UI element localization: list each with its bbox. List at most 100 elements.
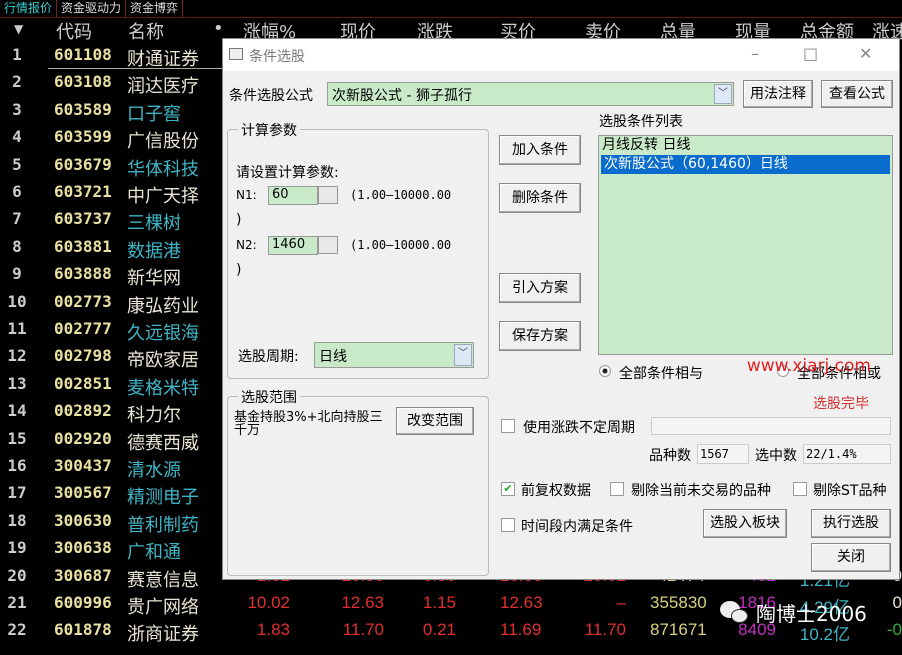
row-index: 17: [7, 483, 27, 503]
n1-input[interactable]: 60: [268, 186, 318, 205]
sort-icon[interactable]: ▼: [14, 22, 23, 36]
view-formula-button[interactable]: 查看公式: [821, 80, 893, 108]
col-name[interactable]: 名称: [128, 18, 164, 44]
tab-quotes[interactable]: 行情报价: [0, 0, 58, 17]
scope-text: 基金持股3%+北向持股三千万: [234, 410, 383, 438]
stock-code: 300567: [54, 483, 112, 503]
row-index: 19: [7, 538, 27, 558]
condition-list[interactable]: 月线反转 日线 次新股公式（60,1460）日线: [598, 135, 893, 355]
cell-vol: 355830: [650, 593, 707, 612]
run-select-button[interactable]: 执行选股: [811, 509, 891, 538]
stock-name: 赛意信息: [127, 569, 199, 591]
maximize-icon[interactable]: □: [803, 44, 818, 63]
count-value: 1567: [697, 444, 749, 464]
cell-ask: –: [616, 593, 626, 612]
formula-select[interactable]: 次新股公式 - 狮子孤行 ﹀: [327, 82, 734, 106]
condition-item[interactable]: 月线反转 日线: [599, 136, 892, 155]
fq-checkbox[interactable]: ✔: [501, 482, 515, 496]
change-scope-button[interactable]: 改变范围: [396, 407, 474, 435]
stock-code: 300437: [54, 456, 112, 475]
and-label: 全部条件相与: [619, 366, 703, 382]
stock-name: 数据港: [127, 240, 181, 262]
to-block-button[interactable]: 选股入板块: [703, 509, 787, 538]
dialog-titlebar[interactable]: 条件选股 – □ ✕: [223, 39, 899, 71]
row-index: 6: [12, 182, 22, 201]
stock-code: 603721: [54, 182, 112, 201]
n1-spinner[interactable]: [318, 186, 338, 204]
stock-name: 新华网: [127, 268, 181, 290]
status-text: 选股完毕: [813, 396, 869, 412]
row-index: 21: [7, 593, 27, 612]
stock-name: 精测电子: [127, 487, 199, 509]
close-button[interactable]: 关闭: [811, 543, 891, 572]
n2-spinner[interactable]: [318, 236, 338, 254]
row-index: 18: [7, 510, 27, 530]
n1-label: N1:: [236, 188, 257, 202]
col-dot: •: [213, 18, 224, 39]
stock-name: 浙商证券: [127, 624, 199, 646]
tab-fund-game[interactable]: 资金博弈: [126, 0, 184, 17]
tab-fund-drive[interactable]: 资金驱动力: [57, 0, 127, 17]
n1-range-close: ): [236, 212, 242, 228]
col-code[interactable]: 代码: [56, 18, 92, 44]
stock-name: 口子窖: [127, 103, 181, 125]
usage-button[interactable]: 用法注释: [743, 80, 813, 108]
params-prompt: 请设置计算参数:: [236, 165, 339, 181]
n2-input[interactable]: 1460: [268, 236, 318, 255]
use-period-label: 使用涨跌不定周期: [523, 420, 635, 436]
minimize-icon[interactable]: –: [751, 44, 759, 63]
cell-speed: -0: [886, 620, 902, 640]
timespan-checkbox[interactable]: [501, 518, 515, 532]
condition-item-selected[interactable]: 次新股公式（60,1460）日线: [601, 155, 890, 174]
formula-value: 次新股公式 - 狮子孤行: [332, 88, 472, 104]
stock-name: 科力尔: [127, 405, 181, 427]
cell-price: 11.70: [342, 620, 384, 640]
n2-label: N2:: [236, 238, 257, 252]
condition-select-dialog: 条件选股 – □ ✕ 条件选股公式 次新股公式 - 狮子孤行 ﹀ 用法注释 查看…: [222, 38, 900, 580]
n2-range-close: ): [236, 262, 242, 278]
n1-range: (1.00—10000.00: [350, 188, 452, 202]
add-condition-button[interactable]: 加入条件: [499, 135, 581, 165]
exclude-st-checkbox[interactable]: [793, 482, 807, 496]
formula-label: 条件选股公式: [229, 88, 313, 104]
stock-code: 603881: [54, 236, 112, 256]
stock-code: 300687: [54, 565, 112, 585]
row-index: 15: [7, 428, 27, 448]
period-label: 选股周期:: [238, 349, 299, 365]
timespan-label: 时间段内满足条件: [521, 519, 633, 535]
import-plan-button[interactable]: 引入方案: [499, 273, 581, 303]
period-input[interactable]: [651, 417, 891, 435]
stock-name: 帝欧家居: [127, 350, 199, 372]
stock-code: 002920: [54, 428, 112, 448]
cell-pct: 1.83: [256, 620, 290, 640]
cell-ask: 11.70: [584, 620, 626, 640]
row-index: 11: [7, 319, 27, 338]
row-index: 5: [12, 154, 22, 174]
chevron-down-icon[interactable]: ﹀: [454, 344, 472, 366]
params-group: 计算参数 请设置计算参数: N1: 60 (1.00—10000.00 ) N2…: [227, 120, 489, 379]
close-icon[interactable]: ✕: [859, 44, 872, 63]
stock-name: 贵广网络: [127, 597, 199, 618]
stock-name: 久远银海: [127, 323, 199, 344]
row-index: 1: [12, 45, 22, 64]
stock-code: 603589: [54, 99, 112, 119]
stock-code: 002851: [54, 373, 112, 393]
stock-code: 002773: [54, 291, 112, 311]
cell-speed: 0: [892, 593, 902, 612]
cell-price: 12.63: [341, 593, 384, 612]
fq-label: 前复权数据: [521, 483, 591, 499]
stock-code: 603599: [54, 127, 112, 147]
and-radio[interactable]: [599, 365, 611, 377]
wechat-watermark: 陶博士2006: [720, 598, 867, 627]
period-select[interactable]: 日线 ﹀: [314, 342, 474, 368]
cell-bid: 12.63: [500, 593, 543, 612]
cell-vol: 871671: [650, 620, 707, 640]
save-plan-button[interactable]: 保存方案: [499, 321, 581, 351]
use-period-checkbox[interactable]: [501, 419, 515, 433]
delete-condition-button[interactable]: 删除条件: [499, 183, 581, 213]
chevron-down-icon[interactable]: ﹀: [714, 84, 732, 104]
stock-code: 300638: [54, 538, 112, 558]
exclude-notrade-checkbox[interactable]: [610, 482, 624, 496]
exclude-notrade-label: 剔除当前未交易的品种: [631, 483, 771, 499]
row-index: 8: [12, 236, 22, 256]
